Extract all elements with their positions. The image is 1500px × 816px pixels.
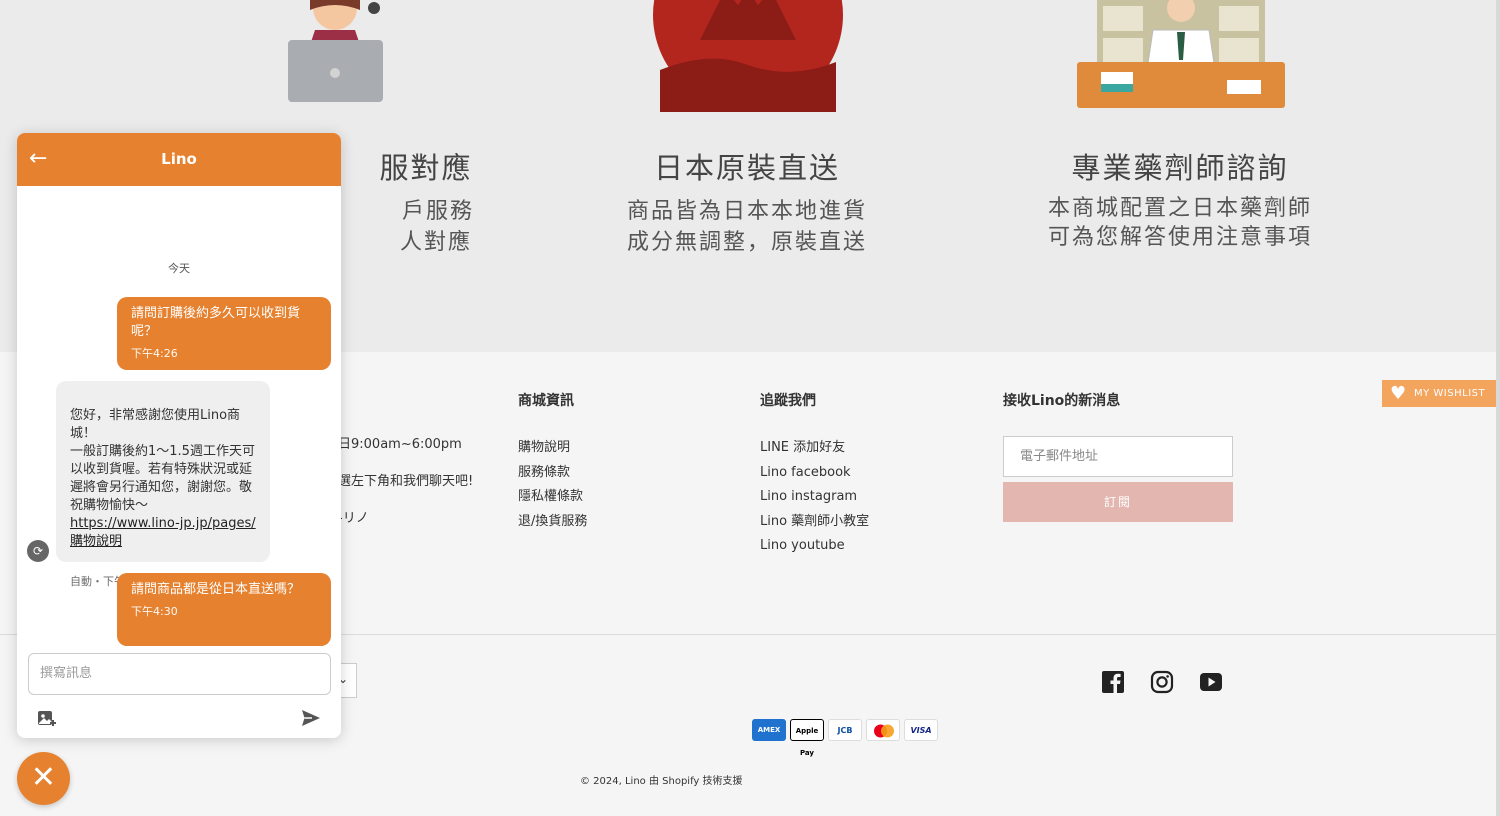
feature-line: 商品皆為日本本地進貨 xyxy=(626,199,867,224)
link-terms-of-service[interactable]: 服務條款 xyxy=(518,461,587,486)
pharmacist-illustration xyxy=(1077,0,1285,108)
feature-title: 日本原裝直送 xyxy=(653,151,840,185)
facebook-icon[interactable] xyxy=(1101,670,1125,694)
link-returns[interactable]: 退/換貨服務 xyxy=(518,510,587,535)
attach-image-icon[interactable] xyxy=(37,708,57,728)
newsletter-column: 接收Lino的新消息 xyxy=(1003,390,1120,436)
subscribe-button[interactable]: 訂閱 xyxy=(1003,482,1233,522)
link-shopping-guide[interactable]: 購物說明 xyxy=(518,436,587,461)
feature-line: 本商城配置之日本藥劑師 xyxy=(1047,196,1312,221)
mount-fuji-illustration xyxy=(653,0,843,112)
link-pharmacist-class[interactable]: Lino 藥劑師小教室 xyxy=(760,510,869,535)
store-info-heading: 商城資訊 xyxy=(518,393,574,409)
auto-reply-icon: ⟳ xyxy=(27,540,49,562)
chat-title: Lino xyxy=(161,150,197,168)
message-text: 請問訂購後約多久可以收到貨呢？ xyxy=(131,306,301,339)
message-time: 下午4:26 xyxy=(131,347,178,360)
chat-header: ← Lino xyxy=(17,133,341,186)
store-name-text: -リノ xyxy=(338,511,369,526)
mastercard-icon xyxy=(866,719,900,741)
incoming-message: 您好，非常感謝您使用Lino商城！ 一般訂購後約1～1.5週工作天可以收到貨喔。… xyxy=(56,381,270,588)
jcb-icon: JCB xyxy=(828,719,862,741)
wishlist-button[interactable]: ♥ MY WISHLIST xyxy=(1382,380,1496,407)
visa-icon: VISA xyxy=(904,719,938,741)
feature-description: 商品皆為日本本地進貨 成分無調整，原裝直送 xyxy=(587,196,907,258)
youtube-icon[interactable] xyxy=(1199,670,1223,694)
customer-service-illustration xyxy=(288,0,383,102)
message-link[interactable]: https://www.lino-jp.jp/pages/購物說明 xyxy=(70,515,256,551)
message-input[interactable]: 撰寫訊息 xyxy=(28,653,331,695)
link-facebook[interactable]: Lino facebook xyxy=(760,461,869,486)
close-chat-button[interactable]: ✕ xyxy=(17,752,70,805)
link-instagram[interactable]: Lino instagram xyxy=(760,485,869,510)
feature-line: 可為您解答使用注意事項 xyxy=(1047,225,1312,250)
send-icon[interactable] xyxy=(301,708,321,728)
apple-pay-icon: Apple Pay xyxy=(790,719,824,757)
instagram-icon[interactable] xyxy=(1150,670,1174,694)
business-hours-text: 日9:00am~6:00pm xyxy=(338,437,462,452)
heart-icon: ♥ xyxy=(1390,383,1407,404)
close-icon: ✕ xyxy=(30,760,57,795)
link-line[interactable]: LINE 添加好友 xyxy=(760,436,869,461)
newsletter-heading: 接收Lino的新消息 xyxy=(1003,393,1121,409)
date-divider: 今天 xyxy=(168,262,190,275)
feature-description: 本商城配置之日本藥劑師 可為您解答使用注意事項 xyxy=(1020,194,1340,252)
link-youtube[interactable]: Lino youtube xyxy=(760,534,869,559)
outgoing-message: 請問訂購後約多久可以收到貨呢？ 下午4:26 xyxy=(117,297,331,370)
store-info-column: 商城資訊 購物說明 服務條款 隱私權條款 退/換貨服務 xyxy=(518,390,587,534)
copyright-text: © 2024, Lino 由 Shopify 技術支援 xyxy=(580,776,743,787)
message-time: 下午4:30 xyxy=(131,605,178,618)
chat-hint-text: 選左下角和我們聊天吧! xyxy=(338,474,474,489)
link-privacy-policy[interactable]: 隱私權條款 xyxy=(518,485,587,510)
scrollbar[interactable] xyxy=(1496,0,1500,816)
follow-us-heading: 追蹤我們 xyxy=(760,393,816,409)
message-text: 您好，非常感謝您使用Lino商城！ 一般訂購後約1～1.5週工作天可以收到貨喔。… xyxy=(70,408,255,513)
feature-line: 成分無調整，原裝直送 xyxy=(626,230,867,255)
outgoing-message: 請問商品都是從日本直送嗎？ 下午4:30 xyxy=(117,573,331,646)
message-text: 請問商品都是從日本直送嗎？ xyxy=(131,582,301,597)
amex-icon: AMEX xyxy=(752,719,786,741)
email-field[interactable]: 電子郵件地址 xyxy=(1003,436,1233,477)
wishlist-label: MY WISHLIST xyxy=(1414,388,1486,399)
follow-us-column: 追蹤我們 LINE 添加好友 Lino facebook Lino instag… xyxy=(760,390,869,559)
mastercard-circles-icon xyxy=(874,724,894,738)
feature-title: 專業藥劑師諮詢 xyxy=(1071,151,1289,185)
chat-widget: ← Lino 今天 請問訂購後約多久可以收到貨呢？ 下午4:26 您好，非常感謝… xyxy=(17,133,341,738)
